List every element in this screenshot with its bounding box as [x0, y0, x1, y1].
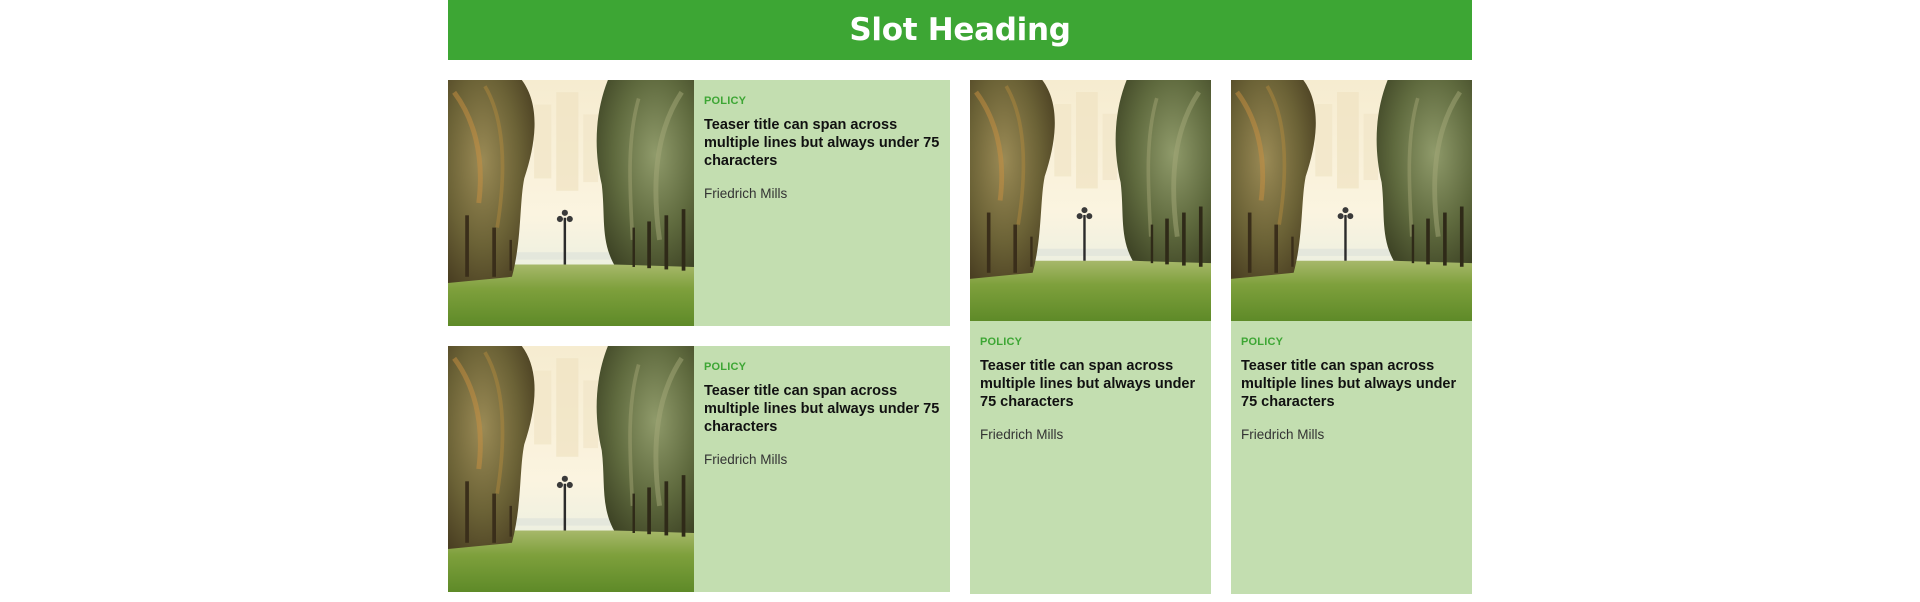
teaser-category[interactable]: POLICY [980, 335, 1204, 349]
teaser-author[interactable]: Friedrich Mills [980, 427, 1204, 443]
slot-header: Slot Heading [448, 0, 1472, 60]
teaser-category[interactable]: POLICY [704, 360, 940, 374]
teaser-body: POLICY Teaser title can span across mult… [704, 360, 940, 468]
teaser-title[interactable]: Teaser title can span across multiple li… [704, 116, 940, 170]
teaser-image[interactable] [1231, 80, 1472, 321]
teaser-author[interactable]: Friedrich Mills [1241, 427, 1465, 443]
teaser-category[interactable]: POLICY [704, 94, 940, 108]
teaser-body: POLICY Teaser title can span across mult… [980, 335, 1204, 443]
teaser-card[interactable]: POLICY Teaser title can span across mult… [1231, 80, 1472, 594]
teaser-image[interactable] [448, 80, 694, 326]
teaser-author[interactable]: Friedrich Mills [704, 186, 940, 202]
teaser-card[interactable]: POLICY Teaser title can span across mult… [970, 80, 1211, 594]
teaser-card[interactable]: POLICY Teaser title can span across mult… [448, 80, 950, 326]
teaser-image[interactable] [448, 346, 694, 592]
teaser-body: POLICY Teaser title can span across mult… [704, 94, 940, 202]
teaser-title[interactable]: Teaser title can span across multiple li… [1241, 357, 1465, 411]
teaser-title[interactable]: Teaser title can span across multiple li… [704, 382, 940, 436]
teaser-image[interactable] [970, 80, 1211, 321]
teaser-card[interactable]: POLICY Teaser title can span across mult… [448, 346, 950, 592]
teaser-category[interactable]: POLICY [1241, 335, 1465, 349]
slot-heading: Slot Heading [849, 12, 1071, 48]
teaser-body: POLICY Teaser title can span across mult… [1241, 335, 1465, 443]
teaser-title[interactable]: Teaser title can span across multiple li… [980, 357, 1204, 411]
teaser-author[interactable]: Friedrich Mills [704, 452, 940, 468]
